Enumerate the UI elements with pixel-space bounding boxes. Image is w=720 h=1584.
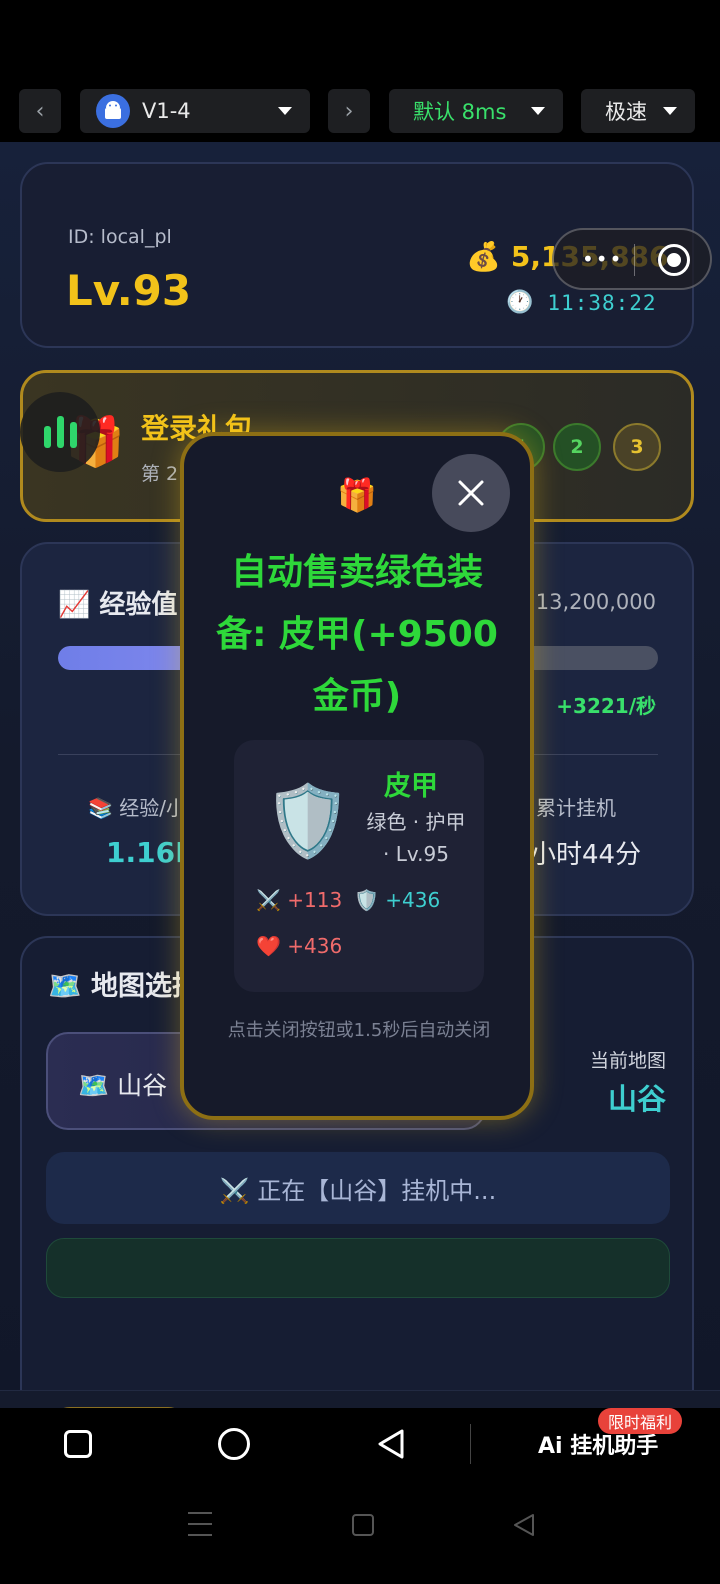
current-map-value: 山谷 [607, 1082, 666, 1116]
latency-select[interactable]: 默认 8ms [389, 89, 563, 133]
next-panel [46, 1238, 670, 1298]
prev-button[interactable]: ‹ [19, 89, 61, 133]
bottom-nav: 🏠 首页 ⚔️ 挑战 🧙 角色 [0, 1390, 720, 1408]
item-hp-stat: ❤️ +436 [256, 934, 343, 958]
speed-label: 极速 [605, 100, 647, 124]
square-icon[interactable] [352, 1514, 374, 1536]
item-name: 皮甲 [384, 771, 438, 802]
recent-apps-button[interactable] [64, 1430, 92, 1458]
item-attack-stat: ⚔️ +113 [256, 888, 343, 912]
menu-icon[interactable] [188, 1512, 212, 1545]
modal-hint: 点击关闭按钮或1.5秒后自动关闭 [227, 1020, 491, 1041]
exp-rate: +3221/秒 [556, 694, 656, 718]
emulator-toolbar: ‹ V1-4 › 默认 8ms 极速 [0, 80, 720, 142]
caret-down-icon [531, 107, 545, 115]
money-bag-icon: 💰 [466, 240, 501, 273]
close-target-icon[interactable] [658, 244, 690, 276]
profile-card: ID: local_pl Lv.93 💰 5,135,886 🕐 11:38:2… [20, 162, 712, 348]
back-button[interactable] [376, 1428, 406, 1464]
chevron-left-icon: ‹ [35, 98, 45, 124]
chevron-right-icon: › [344, 98, 354, 124]
item-description: 绿色 · 护甲 · Lv.95 [366, 810, 466, 866]
system-nav-bar: Ai 挂机助手 限时福利 [0, 1408, 720, 1480]
idle-total-value: 小时44分 [530, 840, 642, 870]
item-defense-stat: 🛡️ +436 [354, 888, 441, 912]
item-card: 🛡️ 皮甲 绿色 · 护甲 · Lv.95 ⚔️ +113 🛡️ +436 ❤️… [234, 740, 484, 992]
caret-down-icon [278, 107, 292, 115]
shield-icon: 🛡️ [264, 780, 352, 862]
map-select-value: 🗺️ 山谷 [78, 1071, 168, 1100]
audio-bar [43, 426, 51, 448]
clock-time: 11:38:22 [547, 290, 657, 315]
map-title: 🗺️ 地图选择 [48, 971, 200, 1002]
current-map-label: 当前地图 [589, 1050, 666, 1072]
idle-total-label: 累计挂机 [536, 796, 616, 820]
back-icon[interactable] [512, 1512, 536, 1542]
books-icon: 📚 [88, 796, 120, 820]
recorder-bubble[interactable] [20, 392, 100, 472]
clock-icon: 🕐 [506, 290, 534, 315]
nav-divider [470, 1424, 471, 1464]
gesture-bar [0, 1480, 720, 1584]
day-3-badge[interactable]: 3 [613, 423, 661, 471]
modal-message: 自动售卖绿色装备: 皮甲(+9500金币) [216, 552, 498, 717]
miniapp-capsule: ••• [552, 228, 712, 290]
player-level: Lv.93 [66, 266, 192, 315]
clock-display: 🕐 11:38:22 [506, 290, 657, 315]
auto-sell-modal: 🎁 自动售卖绿色装备: 皮甲(+9500金币) 🛡️ 皮甲 绿色 · 护甲 · … [180, 432, 534, 1120]
latency-label: 默认 8ms [413, 100, 507, 124]
promo-badge[interactable]: 限时福利 [598, 1408, 683, 1434]
version-select[interactable]: V1-4 [80, 89, 310, 133]
login-gift-subtitle: 第 2 [141, 463, 179, 485]
player-id: ID: local_pl [68, 226, 172, 248]
home-button[interactable] [218, 1428, 250, 1460]
exp-title: 📈 经验值 [58, 590, 178, 620]
next-button[interactable]: › [328, 89, 370, 133]
capsule-divider [634, 244, 635, 276]
audio-bar [69, 422, 77, 448]
audio-bar [56, 416, 64, 448]
day-2-badge[interactable]: 2 [553, 423, 601, 471]
android-icon [96, 94, 130, 128]
idle-status-bar: ⚔️ 正在【山谷】挂机中... [46, 1152, 670, 1224]
exp-max: 13,200,000 [535, 590, 656, 614]
speed-select[interactable]: 极速 [581, 89, 695, 133]
more-icon[interactable]: ••• [582, 247, 623, 271]
close-icon [458, 480, 484, 506]
modal-close-button[interactable] [432, 454, 510, 532]
version-label: V1-4 [142, 99, 191, 123]
caret-down-icon [663, 107, 677, 115]
back-icon [378, 1429, 404, 1459]
